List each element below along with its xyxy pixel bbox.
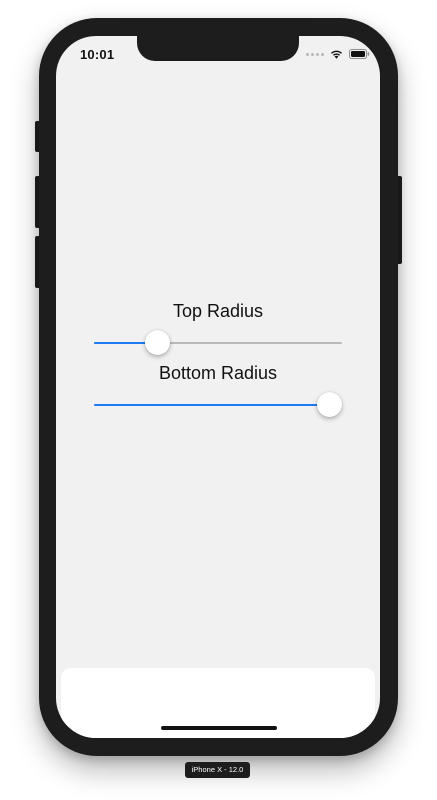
- status-time: 10:01: [80, 47, 115, 62]
- bottom-radius-label: Bottom Radius: [158, 363, 278, 383]
- device-frame: Top Radius Bottom Radius 10:01: [39, 18, 398, 756]
- top-radius-slider[interactable]: [94, 328, 342, 358]
- slider-fill: [94, 404, 330, 406]
- bottom-radius-slider[interactable]: [94, 390, 342, 420]
- top-radius-label: Top Radius: [172, 301, 264, 321]
- slider-thumb[interactable]: [145, 330, 171, 355]
- simulator-device-label: iPhone X - 12.0: [185, 762, 250, 778]
- home-indicator[interactable]: [161, 726, 277, 730]
- wifi-icon: [330, 49, 343, 59]
- device-notch: [137, 36, 299, 61]
- status-icons: [306, 49, 370, 59]
- simulator-stage: Top Radius Bottom Radius 10:01 iPhone X …: [0, 0, 437, 800]
- battery-icon: [349, 49, 370, 59]
- device-screen: Top Radius Bottom Radius 10:01: [56, 36, 380, 738]
- app-content: Top Radius Bottom Radius: [56, 36, 380, 738]
- slider-thumb[interactable]: [317, 392, 342, 417]
- signal-dots-icon: [306, 52, 324, 56]
